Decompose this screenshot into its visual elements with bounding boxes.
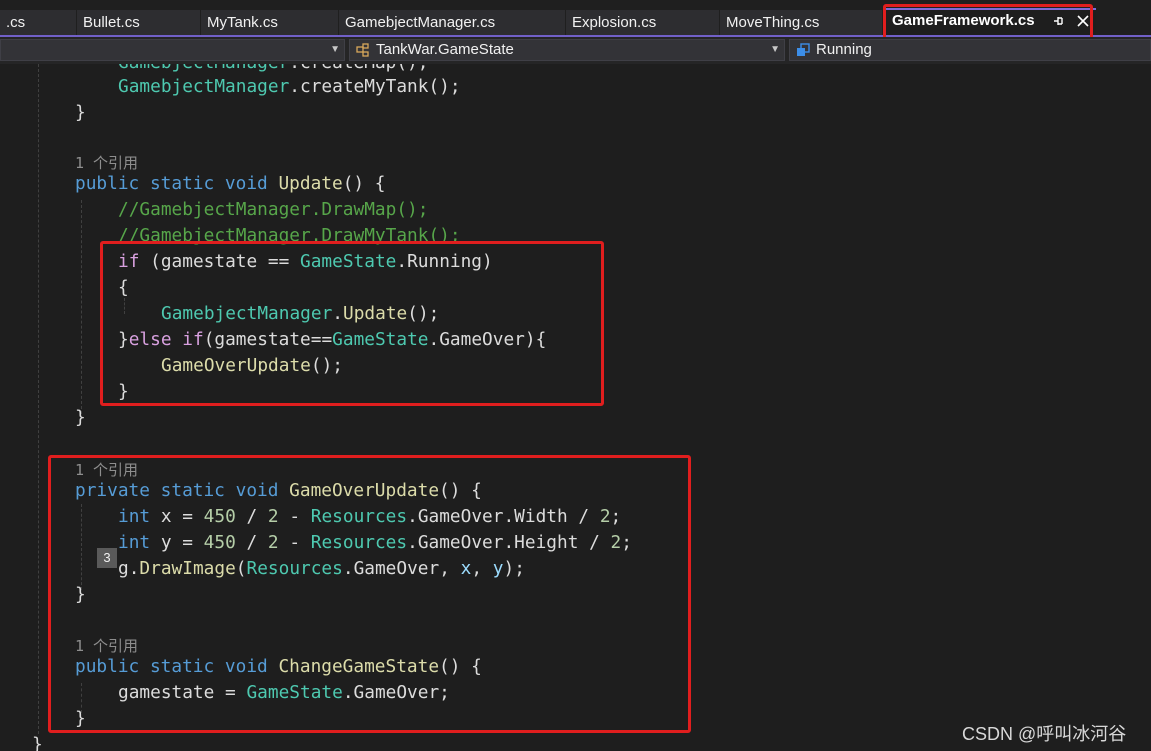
enum-member-icon — [796, 43, 810, 57]
tab-cs[interactable]: .cs — [0, 10, 76, 35]
codelens-references[interactable]: 1 个引用 — [75, 636, 138, 656]
indent-guide — [81, 200, 82, 414]
tab-mytank[interactable]: MyTank.cs — [201, 10, 338, 35]
code-line: } — [75, 102, 86, 123]
tab-label: .cs — [6, 14, 26, 31]
code-line-comment: //GamebjectManager.DrawMap(); — [118, 199, 429, 220]
code-line: } — [75, 708, 86, 729]
type-dropdown-value: TankWar.GameState — [376, 41, 514, 58]
code-line: int y = 450 / 2 - Resources.GameOver.Hei… — [118, 532, 632, 553]
project-dropdown[interactable]: ▼ — [0, 39, 345, 61]
type-dropdown[interactable]: TankWar.GameState ▼ — [349, 39, 785, 61]
codelens-references[interactable]: 1 个引用 — [75, 460, 138, 480]
code-line: int x = 450 / 2 - Resources.GameOver.Wid… — [118, 506, 622, 527]
tab-explosion[interactable]: Explosion.cs — [566, 10, 719, 35]
code-line: public static void ChangeGameState() { — [75, 656, 482, 677]
chevron-down-icon: ▼ — [770, 44, 780, 55]
code-line: gamestate = GameState.GameOver; — [118, 682, 450, 703]
code-line-comment: //GamebjectManager.DrawMyTank(); — [118, 225, 461, 246]
code-line: GameOverUpdate(); — [161, 355, 343, 376]
code-line: } — [32, 734, 43, 751]
code-line: if (gamestate == GameState.Running) — [118, 251, 493, 272]
code-line: private static void GameOverUpdate() { — [75, 480, 482, 501]
code-line: g.DrawImage(Resources.GameOver, x, y); — [118, 558, 525, 579]
indent-guide — [38, 64, 39, 734]
member-dropdown-value: Running — [816, 41, 872, 58]
code-line: } — [75, 584, 86, 605]
tab-bullet[interactable]: Bullet.cs — [77, 10, 200, 35]
chevron-down-icon: ▼ — [330, 44, 340, 55]
tab-label: MoveThing.cs — [726, 14, 820, 31]
navigation-bar: ▼ TankWar.GameState ▼ Running — [0, 37, 1151, 64]
class-icon — [356, 43, 370, 57]
member-dropdown[interactable]: Running — [789, 39, 1151, 61]
tab-label: Bullet.cs — [83, 14, 140, 31]
code-line: } — [118, 381, 129, 402]
tab-label: MyTank.cs — [207, 14, 278, 31]
tab-label: GamebjectManager.cs — [345, 14, 496, 31]
number-badge: 3 — [97, 548, 117, 568]
code-line: GamebjectManager.Update(); — [161, 303, 440, 324]
code-line: public static void Update() { — [75, 173, 386, 194]
tab-movething[interactable]: MoveThing.cs — [720, 10, 882, 35]
code-line: } — [75, 407, 86, 428]
watermark: CSDN @呼叫冰河谷 — [962, 724, 1127, 744]
code-line: GamebjectManager.createMyTank(); — [118, 76, 461, 97]
pin-icon[interactable] — [1052, 10, 1064, 36]
tab-gamebjectmanager[interactable]: GamebjectManager.cs — [339, 10, 565, 35]
code-line: { — [118, 277, 129, 298]
indent-guide — [81, 504, 82, 590]
code-editor[interactable]: GamebjectManager.createMap(); GamebjectM… — [0, 64, 1151, 751]
tab-label: Explosion.cs — [572, 14, 657, 31]
tab-label: GameFramework.cs — [892, 12, 1035, 29]
code-line: }else if(gamestate==GameState.GameOver){ — [118, 329, 547, 350]
tab-gameframework[interactable]: GameFramework.cs — [884, 8, 1096, 36]
close-icon[interactable] — [1076, 10, 1090, 36]
document-tab-strip: .cs Bullet.cs MyTank.cs GamebjectManager… — [0, 0, 1151, 36]
codelens-references[interactable]: 1 个引用 — [75, 153, 138, 173]
